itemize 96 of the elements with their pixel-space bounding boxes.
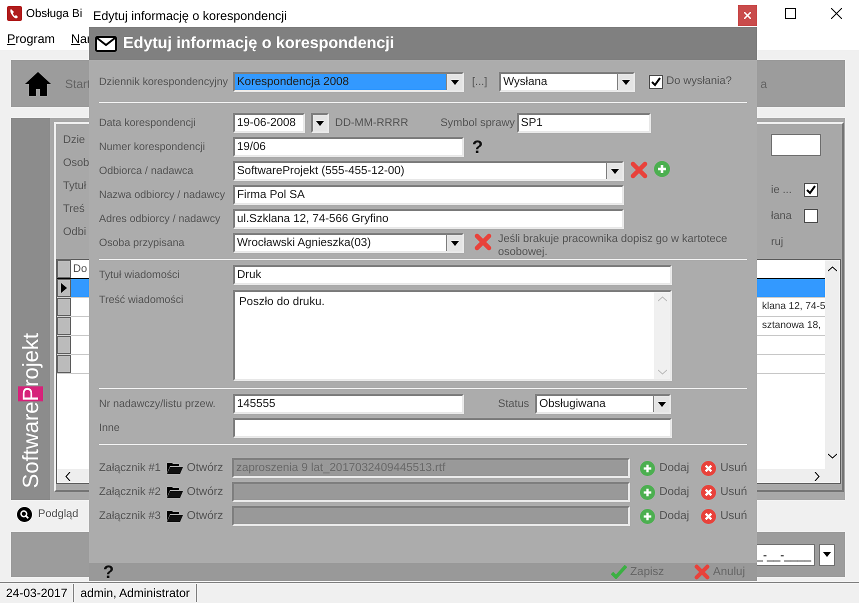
cross-icon [694, 564, 710, 580]
app-title: Obsługa Bi [26, 8, 82, 20]
help-icon[interactable]: ? [472, 137, 483, 157]
attachment-field[interactable] [232, 482, 630, 502]
close-icon [830, 8, 842, 19]
checkbox[interactable] [649, 75, 664, 89]
state-select[interactable]: Wysłana [499, 72, 636, 92]
subject-field[interactable]: Druk [233, 265, 672, 285]
row-header[interactable] [57, 279, 71, 298]
other-field[interactable] [233, 418, 672, 438]
plus-icon [640, 484, 656, 500]
attachment-field[interactable] [232, 506, 630, 526]
add-icon[interactable] [654, 161, 670, 177]
field-label: Symbol sprawy [440, 116, 515, 131]
person-select[interactable]: Wrocławski Agnieszka(03) [233, 233, 464, 253]
name-field[interactable]: Firma Pol SA [233, 185, 624, 205]
dropdown-arrow-icon [450, 80, 458, 84]
checkbox[interactable] [804, 183, 818, 197]
option-label: ie ... [771, 184, 792, 196]
dropdown-arrow-icon [610, 168, 618, 174]
menu-item[interactable]: Program [7, 32, 55, 46]
field-label: Dzie [63, 134, 86, 146]
date-picker-button[interactable] [311, 113, 329, 133]
field-label: Nazwa odbiorcy / nadawcy [99, 188, 226, 203]
chevron-left-icon[interactable] [65, 472, 71, 480]
attachment-label: Załącznik #2 [99, 485, 161, 500]
home-icon[interactable] [25, 72, 51, 96]
checkbox-label: Do wysłania? [666, 74, 732, 89]
field-label: Status [498, 397, 530, 412]
field-label: Data korespondencji [99, 116, 197, 131]
check-icon [611, 565, 628, 579]
option-label: łana [771, 210, 792, 222]
field-label: Adres odbiorcy / nadawcy [99, 212, 222, 227]
dialog-title: Edytuj informację o korespondencji [93, 8, 287, 22]
search-icon[interactable] [17, 506, 32, 522]
table-cell-text: klana 12, 74-5 [762, 300, 826, 314]
field-label: Dziennik korespondencyjny [99, 75, 229, 90]
status-text: 24-03-2017 [0, 584, 74, 602]
field-label: Inne [99, 421, 121, 436]
hint-text: Jeśli brakuje pracownika dopisz go w kartotece osobowej. [498, 233, 728, 259]
status-select[interactable]: Obsługiwana [535, 394, 672, 414]
field-label: Odbiorca / nadawca [99, 164, 194, 179]
remove-icon [701, 484, 716, 500]
field-label: Osob [63, 157, 90, 169]
brand-logo: SoftwareProjekt [18, 332, 44, 488]
plus-icon [640, 508, 656, 524]
checkbox[interactable] [804, 209, 818, 223]
tracking-field[interactable]: 145555 [233, 394, 464, 414]
option-label: ruj [771, 236, 784, 248]
journal-select[interactable]: Korespondencja 2008 [233, 72, 464, 92]
field-label: Numer korespondencji [99, 140, 206, 155]
chevron-up-icon[interactable] [828, 266, 837, 272]
input-field[interactable] [771, 134, 821, 156]
help-icon[interactable]: ? [103, 562, 114, 582]
dropdown-arrow-icon [316, 120, 324, 126]
folder-icon [166, 510, 183, 522]
close-icon [744, 12, 751, 19]
address-field[interactable]: ul.Szklana 12, 74-566 Gryfino [233, 209, 624, 229]
dropdown-button[interactable] [819, 544, 835, 566]
phone-icon [7, 6, 22, 21]
field-label: Treść wiadomości [99, 293, 184, 308]
dropdown-arrow-icon [450, 240, 458, 246]
format-hint: DD-MM-RRRR [335, 116, 408, 131]
number-field[interactable]: 19/06 [233, 137, 464, 157]
chevron-down-icon[interactable] [828, 453, 837, 459]
attachment-label: Załącznik #1 [99, 461, 161, 476]
dialog-heading: Edytuj informację o korespondencji [123, 34, 394, 52]
envelope-icon [95, 36, 117, 52]
checkmark-icon [651, 77, 662, 87]
table-cell-text: sztanowa 18, [762, 319, 822, 334]
folder-icon [166, 486, 183, 498]
remove-icon [701, 508, 716, 524]
date-field[interactable]: 19-06-2008 [233, 113, 305, 133]
case-field[interactable]: SP1 [516, 113, 651, 133]
field-label: Tytuł [63, 180, 88, 192]
menu-item[interactable]: Nar [70, 32, 92, 46]
field-label: Osoba przypisana [99, 236, 186, 251]
remove-icon [701, 460, 716, 476]
preview-link[interactable]: Podgląd [38, 508, 78, 520]
plus-icon [640, 460, 656, 476]
attachment-label: Załącznik #3 [99, 509, 161, 524]
column-header[interactable]: Do [71, 260, 88, 278]
dropdown-arrow-icon [823, 552, 831, 557]
checkmark-icon [806, 185, 816, 195]
dropdown-arrow-icon [622, 80, 630, 84]
recipient-select[interactable]: SoftwareProjekt (555-455-12-00) [233, 161, 624, 181]
field-label: Odbi [63, 226, 88, 238]
chevron-right-icon[interactable] [814, 472, 820, 480]
dropdown-arrow-icon [658, 402, 666, 406]
field-label: Treś [63, 203, 86, 215]
folder-icon [166, 462, 183, 474]
maximize-icon [784, 8, 796, 19]
field-label: Nr nadawczy/listu przew. [99, 397, 217, 412]
field-label: Tytuł wiadomości [99, 268, 181, 283]
row-pointer-icon [61, 283, 67, 294]
status-text: admin, Administrator [74, 584, 197, 602]
